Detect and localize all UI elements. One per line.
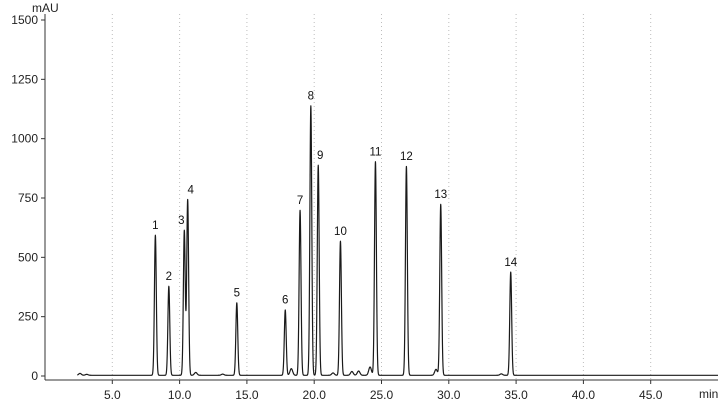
peak-label: 12 <box>400 151 413 163</box>
peak-label: 10 <box>334 226 347 238</box>
peak-label: 7 <box>297 195 303 207</box>
x-tick-label: 45.0 <box>639 388 663 402</box>
peak-label: 14 <box>504 257 517 269</box>
peak-label: 11 <box>369 146 381 158</box>
peak-label: 13 <box>434 189 447 201</box>
y-tick-label: 1250 <box>11 72 38 86</box>
peak-label: 5 <box>234 288 240 300</box>
y-unit-label: mAU <box>32 1 59 15</box>
y-tick-label: 1000 <box>11 132 38 146</box>
x-tick-label: 40.0 <box>572 388 596 402</box>
peak-label: 3 <box>178 215 184 227</box>
y-tick-label: 250 <box>18 310 38 324</box>
chromatogram-chart: 0250500750100012501500 5.0 10.0 15.0 20.0 25… <box>0 0 722 410</box>
peak-label: 9 <box>317 150 323 162</box>
y-tick-label: 1500 <box>11 13 38 27</box>
peak-label: 4 <box>187 184 194 196</box>
x-tick-label: 35.0 <box>504 388 528 402</box>
x-tick-label: 20.0 <box>303 388 327 402</box>
x-tick-label: 10.0 <box>168 388 192 402</box>
y-tick-label: 0 <box>31 369 38 383</box>
y-tick-label: 750 <box>18 191 38 205</box>
peak-label: 1 <box>152 220 158 232</box>
x-tick-label: 30.0 <box>437 388 461 402</box>
y-tick-label: 500 <box>18 250 38 264</box>
chart-background <box>0 0 722 410</box>
x-tick-label: 15.0 <box>235 388 259 402</box>
peak-label: 2 <box>166 271 172 283</box>
peak-label: 6 <box>282 295 288 307</box>
x-tick-label: 25.0 <box>370 388 394 402</box>
x-tick-label: 5.0 <box>104 388 121 402</box>
x-unit-label: min <box>699 387 718 401</box>
peak-label: 8 <box>308 91 314 103</box>
